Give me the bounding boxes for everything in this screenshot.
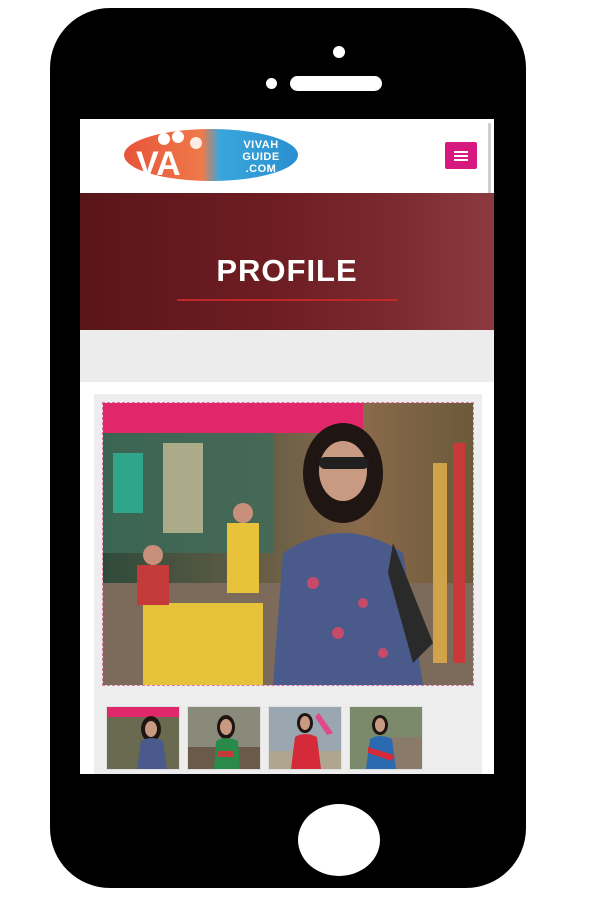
spacer-band bbox=[80, 330, 494, 382]
thumbnail-4[interactable] bbox=[349, 706, 423, 770]
main-profile-photo[interactable] bbox=[102, 402, 474, 686]
phone-camera bbox=[333, 46, 345, 58]
logo-letters: VA bbox=[136, 145, 181, 183]
thumbnail-strip bbox=[106, 706, 436, 770]
profile-content bbox=[80, 382, 494, 774]
phone-speaker bbox=[290, 76, 382, 91]
thumbnail-3[interactable] bbox=[268, 706, 342, 770]
logo-line-1: VIVAH bbox=[243, 139, 279, 151]
site-header: VA VIVAH GUIDE .COM bbox=[80, 119, 494, 323]
phone-home-button[interactable] bbox=[298, 804, 380, 876]
logo-line-3: .COM bbox=[245, 163, 277, 175]
page-title: PROFILE bbox=[216, 253, 358, 288]
logo-text: VIVAH GUIDE .COM bbox=[226, 139, 296, 175]
thumbnail-2[interactable] bbox=[187, 706, 261, 770]
vivah-guide-logo[interactable]: VA VIVAH GUIDE .COM bbox=[122, 127, 300, 183]
phone-screen: VA VIVAH GUIDE .COM PROFILE bbox=[80, 119, 494, 774]
thumbnail-1[interactable] bbox=[106, 706, 180, 770]
page-banner: PROFILE bbox=[80, 193, 494, 330]
hamburger-menu-button[interactable] bbox=[445, 142, 477, 169]
title-underline bbox=[177, 299, 398, 301]
phone-sensor bbox=[266, 78, 277, 89]
photo-gallery bbox=[94, 394, 482, 774]
main-photo-image bbox=[103, 403, 473, 685]
logo-line-2: GUIDE bbox=[242, 151, 280, 163]
